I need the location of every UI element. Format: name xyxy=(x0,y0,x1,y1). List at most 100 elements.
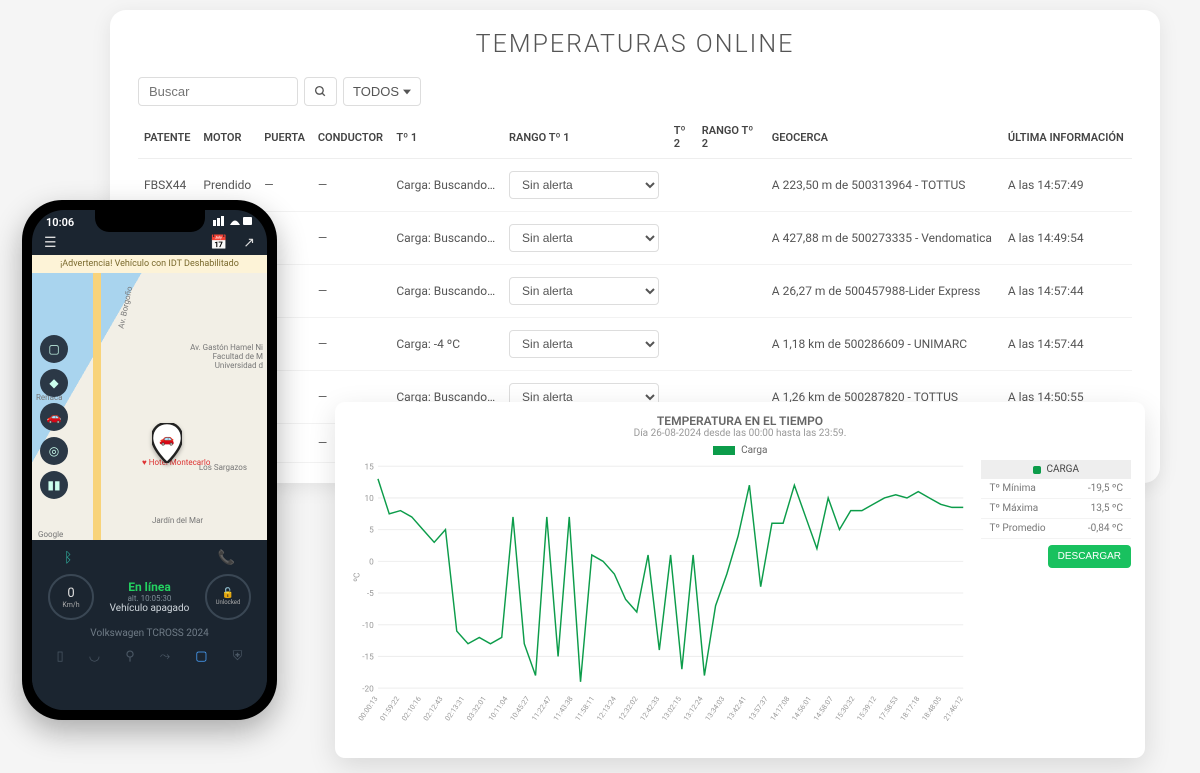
svg-text:10:45:27: 10:45:27 xyxy=(508,694,531,722)
svg-text:02:12:43: 02:12:43 xyxy=(421,694,444,722)
table-row[interactable]: ——Carga: Buscando…Sin alertaA 26,27 m de… xyxy=(138,265,1132,318)
svg-text:18:17:18: 18:17:18 xyxy=(898,694,921,722)
chart-area[interactable]: -20-15-10-5051015ºC00:00:1301:59:2202:10… xyxy=(349,460,969,740)
map-view[interactable]: Reñaca Av. Borgoño Av. Gastón Hamel Ni F… xyxy=(32,273,267,543)
lock-gauge[interactable]: 🔓 Unlocked xyxy=(205,574,251,620)
map-attribution: Google xyxy=(38,530,63,539)
table-row[interactable]: ——Carga: Buscando…Sin alertaA 427,88 m d… xyxy=(138,212,1132,265)
stats-label: Tº Máxima xyxy=(989,503,1038,514)
svg-text:12:42:33: 12:42:33 xyxy=(638,694,661,722)
speed-gauge: 0 Km/h xyxy=(48,574,94,620)
download-button[interactable]: DESCARGAR xyxy=(1048,545,1131,568)
bottom-panel: ᛒ 📞 0 Km/h En línea alt. 10:05:30 Vehícu… xyxy=(32,540,267,710)
svg-text:21:46:12: 21:46:12 xyxy=(942,694,965,722)
legend-label: Carga xyxy=(741,445,767,456)
status-online: En línea xyxy=(110,580,190,594)
svg-text:10: 10 xyxy=(365,494,375,504)
col-conductor[interactable]: CONDUCTOR xyxy=(312,114,390,159)
col-rango2[interactable]: RANGO Tº 2 xyxy=(696,114,766,159)
table-row[interactable]: ——Carga: -4 ºCSin alertaA 1,18 km de 500… xyxy=(138,318,1132,371)
cell-ultima: A las 14:57:49 xyxy=(1002,159,1132,212)
vehicle-pin-icon[interactable]: 🚗 xyxy=(152,423,182,453)
stats-row: Tº Máxima13,5 ºC xyxy=(981,499,1131,519)
cell-rango: Sin alerta xyxy=(503,159,668,212)
col-motor[interactable]: MOTOR xyxy=(197,114,258,159)
svg-text:13:57:37: 13:57:37 xyxy=(746,694,769,722)
status-icons xyxy=(213,216,253,229)
stats-row: Tº Mínima-19,5 ºC xyxy=(981,479,1131,499)
filter-dropdown[interactable]: TODOS xyxy=(343,77,421,106)
share-icon[interactable]: ↗ xyxy=(243,235,255,251)
bluetooth-icon[interactable]: ᛒ xyxy=(64,550,72,566)
cell-ultima: A las 14:49:54 xyxy=(1002,212,1132,265)
col-ultima[interactable]: ÚLTIMA INFORMACIÓN xyxy=(1002,114,1132,159)
col-rango1[interactable]: RANGO Tº 1 xyxy=(503,114,668,159)
col-geocerca[interactable]: GEOCERCA xyxy=(766,114,1002,159)
col-patente[interactable]: PATENTE xyxy=(138,114,197,159)
nav-shield-icon[interactable]: ⛨ xyxy=(233,649,243,664)
tool-vehicle-icon[interactable]: 🚗 xyxy=(40,403,68,431)
nav-geofence-icon[interactable]: ▢ xyxy=(195,649,207,664)
svg-text:0: 0 xyxy=(369,557,374,567)
svg-text:13:12:24: 13:12:24 xyxy=(681,694,704,722)
range-select[interactable]: Sin alerta xyxy=(509,277,659,305)
series-color-icon xyxy=(1033,466,1041,474)
tool-route-icon[interactable]: ▮▮ xyxy=(40,471,68,499)
svg-text:17:58:53: 17:58:53 xyxy=(876,694,899,722)
cell-puerta: — xyxy=(258,159,312,212)
col-t2[interactable]: Tº 2 xyxy=(668,114,696,159)
menu-icon[interactable]: ☰ xyxy=(44,235,57,251)
stats-label: Tº Mínima xyxy=(989,483,1035,494)
app-topbar: ☰ 📅 ↗ xyxy=(32,231,267,255)
cell-geocerca: A 223,50 m de 500313964 - TOTTUS xyxy=(766,159,1002,212)
status-time: alt. 10:05:30 xyxy=(110,594,190,603)
nav-chart-icon[interactable]: ⤳ xyxy=(160,649,170,664)
phone-mockup: 10:06 ☰ 📅 ↗ ¡Advertencia! Vehículo con I… xyxy=(22,200,277,720)
svg-text:18:48:05: 18:48:05 xyxy=(920,694,943,722)
svg-text:ºC: ºC xyxy=(352,573,362,582)
svg-text:15:30:32: 15:30:32 xyxy=(833,694,856,722)
svg-text:15: 15 xyxy=(365,462,375,472)
nav-signal-icon[interactable]: ◡ xyxy=(89,649,100,664)
svg-text:14:58:07: 14:58:07 xyxy=(811,694,834,722)
range-select[interactable]: Sin alerta xyxy=(509,330,659,358)
tool-layers-icon[interactable]: ◆ xyxy=(40,369,68,397)
svg-text:-10: -10 xyxy=(362,621,374,631)
svg-text:-20: -20 xyxy=(362,684,374,694)
cell-conductor: — xyxy=(312,159,390,212)
tool-geofence-icon[interactable]: ▢ xyxy=(40,335,68,363)
speed-unit: Km/h xyxy=(62,601,79,609)
lock-label: Unlocked xyxy=(216,599,241,606)
stats-value: -0,84 ºC xyxy=(1088,523,1123,534)
call-icon[interactable]: 📞 xyxy=(218,550,235,566)
stats-row: Tº Promedio-0,84 ºC xyxy=(981,519,1131,539)
stats-header: CARGA xyxy=(981,460,1131,479)
svg-text:-15: -15 xyxy=(362,653,374,663)
range-select[interactable]: Sin alerta xyxy=(509,171,659,199)
svg-text:02:10:16: 02:10:16 xyxy=(400,694,423,722)
search-input[interactable] xyxy=(138,77,298,106)
vehicle-status: En línea alt. 10:05:30 Vehículo apagado xyxy=(110,580,190,614)
search-button[interactable] xyxy=(304,77,337,106)
calendar-icon[interactable]: 📅 xyxy=(210,235,227,251)
nav-pin-icon[interactable]: ⚲ xyxy=(125,649,135,664)
status-engine: Vehículo apagado xyxy=(110,603,190,614)
col-t1[interactable]: Tº 1 xyxy=(390,114,503,159)
stats-panel: CARGA Tº Mínima-19,5 ºCTº Máxima13,5 ºCT… xyxy=(981,460,1131,740)
cell-t1: Carga: Buscando… xyxy=(390,212,503,265)
nav-phone-icon[interactable]: ▯ xyxy=(57,649,64,664)
cell-rango: Sin alerta xyxy=(503,318,668,371)
cell-t1: Carga: -4 ºC xyxy=(390,318,503,371)
stats-head-label: CARGA xyxy=(1046,464,1079,475)
map-label-jardin: Jardín del Mar xyxy=(152,516,203,525)
table-row[interactable]: FBSX44Prendido——Carga: Buscando…Sin aler… xyxy=(138,159,1132,212)
range-select[interactable]: Sin alerta xyxy=(509,224,659,252)
cell-t1: Carga: Buscando… xyxy=(390,265,503,318)
speed-value: 0 xyxy=(67,586,74,601)
cell-geocerca: A 26,27 m de 500457988-Lider Express xyxy=(766,265,1002,318)
toolbar: TODOS xyxy=(138,77,1132,106)
col-puerta[interactable]: PUERTA xyxy=(258,114,312,159)
svg-text:13:34:03: 13:34:03 xyxy=(703,694,726,722)
tool-locate-icon[interactable]: ◎ xyxy=(40,437,68,465)
svg-text:11:43:38: 11:43:38 xyxy=(551,694,574,722)
